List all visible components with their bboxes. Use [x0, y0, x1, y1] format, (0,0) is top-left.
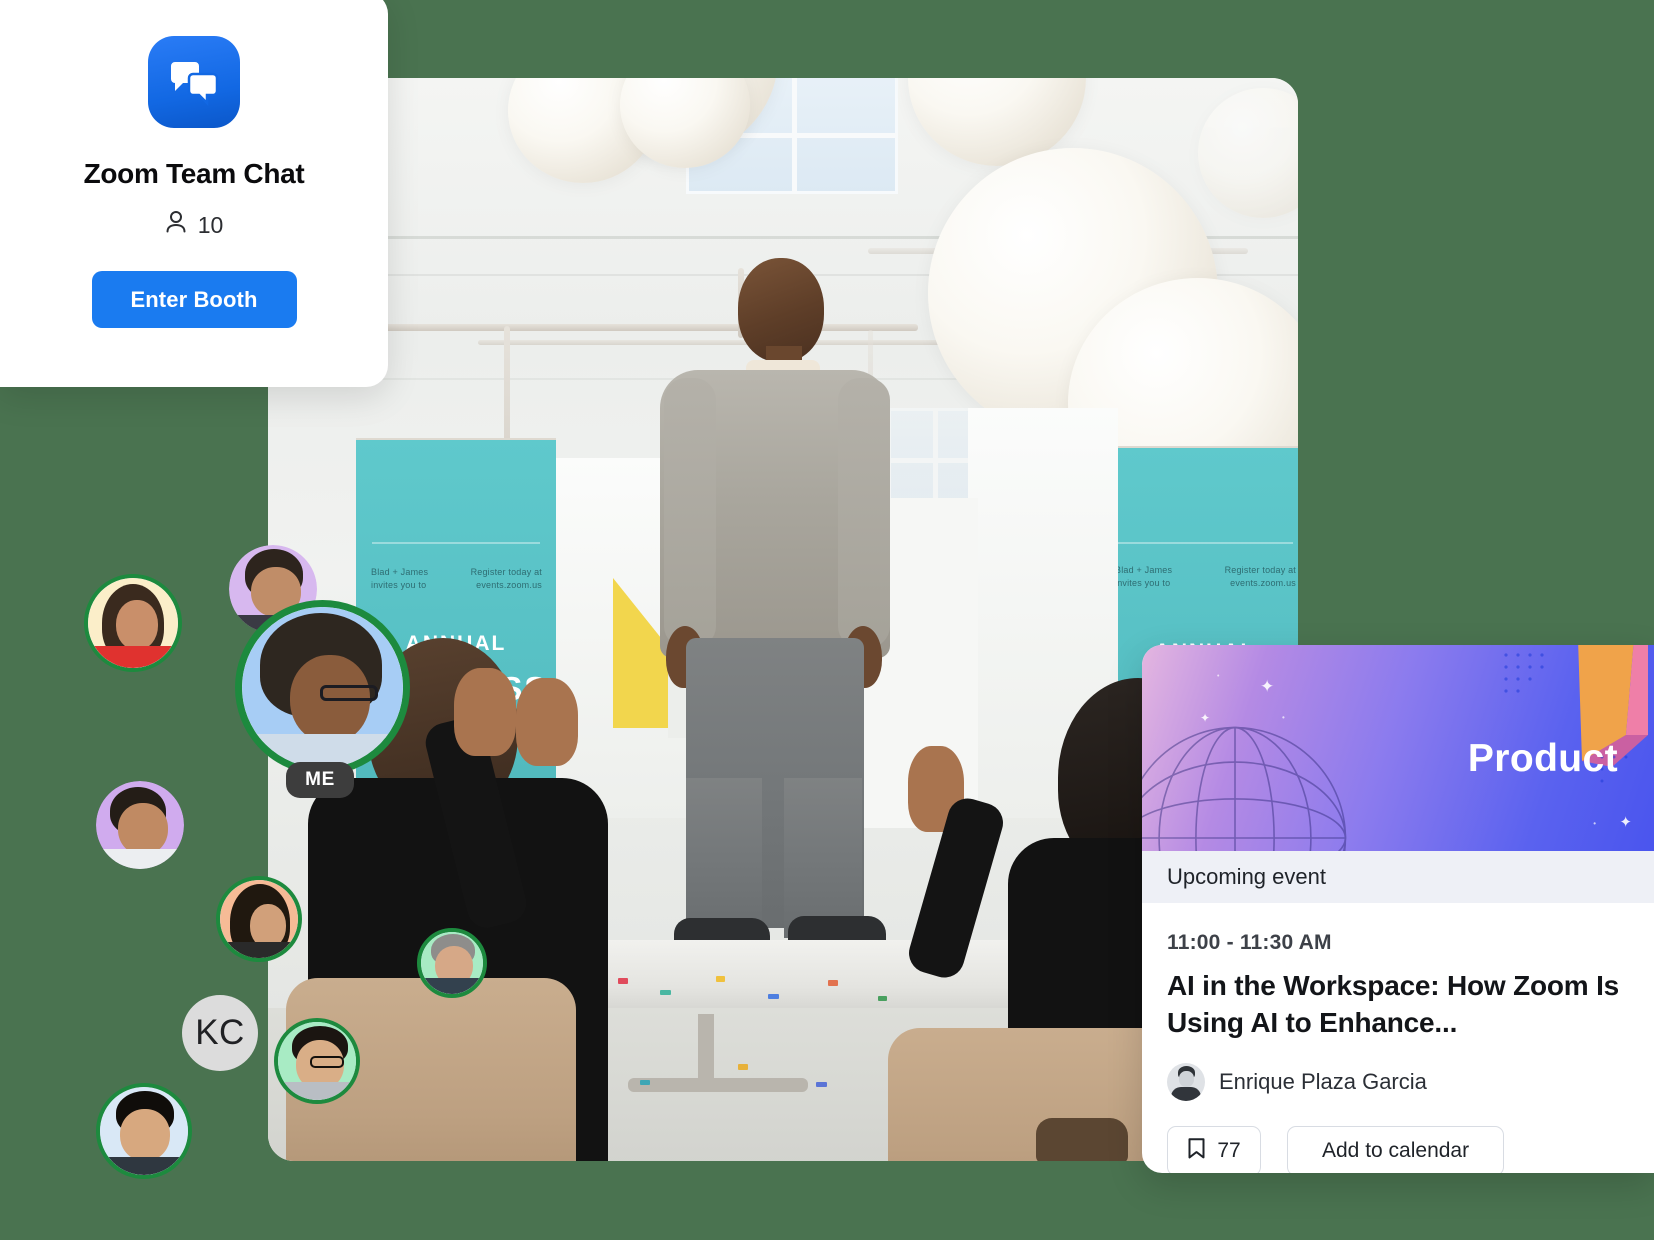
avatar-mei[interactable]: [216, 876, 302, 962]
person-icon: [165, 210, 187, 240]
event-category-label: Product: [1467, 737, 1618, 780]
avatar-initials-kc[interactable]: KC: [182, 995, 258, 1071]
event-status-badge: Upcoming event: [1142, 851, 1654, 903]
avatar-priya[interactable]: [84, 574, 182, 672]
bookmark-icon: [1187, 1137, 1206, 1166]
star-icon: •: [1282, 713, 1285, 722]
booth-card: Zoom Team Chat 10 Enter Booth: [0, 0, 388, 387]
event-speaker: Enrique Plaza Garcia: [1167, 1063, 1629, 1101]
star-icon: ✦: [1260, 677, 1275, 696]
booth-participant-count: 10: [165, 210, 224, 240]
star-icon: ✦: [1200, 711, 1211, 725]
speaker-name: Enrique Plaza Garcia: [1219, 1069, 1427, 1094]
avatar-kenji[interactable]: [274, 1018, 360, 1104]
event-time: 11:00 - 11:30 AM: [1167, 931, 1332, 954]
event-actions: 77 Add to calendar: [1167, 1126, 1629, 1173]
save-event-button[interactable]: 77: [1167, 1126, 1261, 1173]
page-root: Blad + James invites you to Register toda…: [0, 0, 1654, 1240]
wireframe-globe-icon: [1142, 726, 1347, 851]
star-icon: •: [1593, 819, 1596, 828]
booth-title: Zoom Team Chat: [83, 158, 305, 189]
add-to-calendar-button[interactable]: Add to calendar: [1287, 1126, 1505, 1173]
chat-bubbles-icon: [148, 36, 240, 128]
event-title: AI in the Workspace: How Zoom Is Using A…: [1167, 970, 1620, 1038]
avatar-robert[interactable]: [417, 928, 487, 998]
enter-booth-button[interactable]: Enter Booth: [91, 271, 297, 328]
save-count: 77: [1217, 1139, 1241, 1162]
participant-count-value: 10: [197, 211, 224, 238]
star-icon: •: [1217, 673, 1220, 680]
star-icon: ✦: [1619, 814, 1632, 831]
event-hero: ✦ ✦ • • ✦ • Product: [1142, 645, 1654, 851]
self-badge: ME: [286, 762, 354, 798]
speaker-avatar: [1167, 1063, 1205, 1101]
window-icon: [888, 408, 978, 508]
avatar-self[interactable]: [235, 600, 410, 775]
avatar-hiro[interactable]: [96, 1083, 192, 1179]
upcoming-event-card: ✦ ✦ • • ✦ • Product Upcoming event 11:00…: [1142, 645, 1654, 1173]
avatar-diego[interactable]: [96, 781, 184, 869]
